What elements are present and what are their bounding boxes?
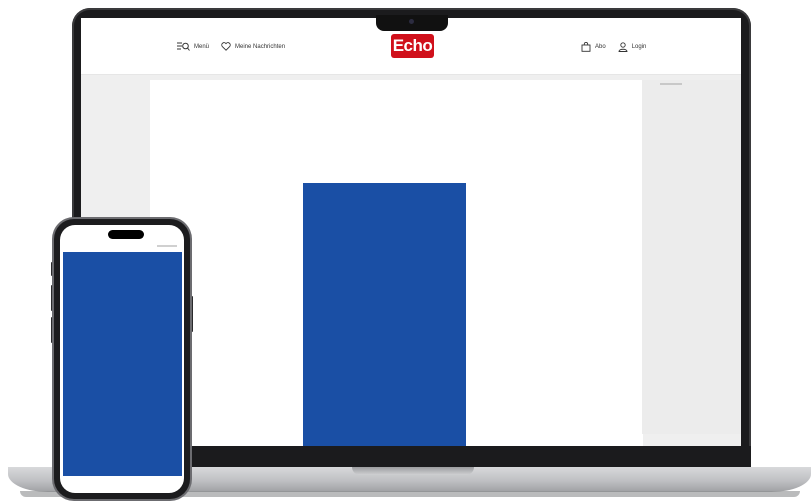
header-right-nav: Abo Login xyxy=(581,42,646,52)
menu-label: Menü xyxy=(194,43,210,50)
menu-search-icon xyxy=(177,42,190,51)
ad-banner-mobile[interactable] xyxy=(63,252,182,476)
phone-status-indicator xyxy=(157,245,177,247)
sidebar-ad-marker xyxy=(660,83,682,85)
heart-icon xyxy=(221,42,231,51)
logo-text: Echo xyxy=(392,36,433,55)
phone-frame xyxy=(54,219,190,499)
bag-icon xyxy=(581,42,591,52)
phone-screen xyxy=(60,225,184,493)
camera-notch xyxy=(376,15,448,31)
user-icon xyxy=(618,42,628,52)
subscription-label: Abo xyxy=(595,44,606,50)
sidebar-ad-slot xyxy=(642,80,741,434)
laptop-opening-groove xyxy=(352,467,474,475)
favorites-label: Meine Nachrichten xyxy=(235,43,286,50)
camera-icon xyxy=(409,19,414,24)
phone-power-button xyxy=(190,296,193,332)
echo-logo[interactable]: Echo xyxy=(391,34,434,58)
favorites-button[interactable]: Meine Nachrichten xyxy=(221,42,285,51)
menu-button[interactable]: Menü xyxy=(177,42,209,51)
login-button[interactable]: Login xyxy=(618,42,647,52)
subscription-button[interactable]: Abo xyxy=(581,42,606,52)
dynamic-island xyxy=(108,230,144,239)
login-label: Login xyxy=(631,44,647,50)
header-left-nav: Menü Meine Nachrichten xyxy=(177,42,285,51)
ad-banner-desktop[interactable] xyxy=(303,183,466,446)
